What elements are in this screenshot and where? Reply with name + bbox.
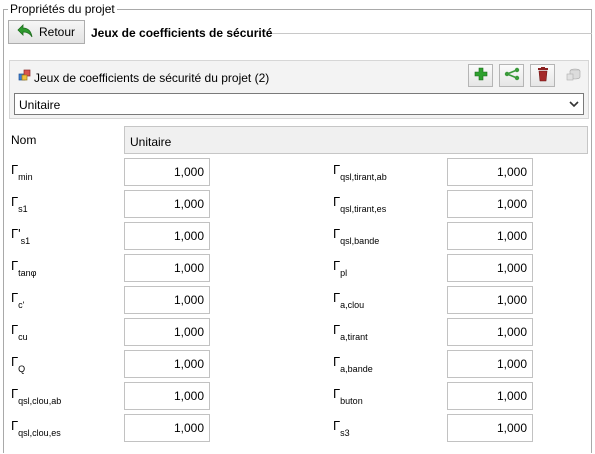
coefficient-label: Γa,clou <box>333 291 365 311</box>
copy-set-button[interactable] <box>561 64 586 87</box>
coefficient-subscript: qsl,tirant,es <box>340 204 387 214</box>
coefficient-input[interactable] <box>124 382 210 410</box>
coefficient-subscript: qsl,bande <box>340 236 380 246</box>
back-button[interactable]: Retour <box>8 20 85 44</box>
back-button-label: Retour <box>39 25 76 39</box>
coefficient-input[interactable] <box>447 318 533 346</box>
selected-set-value: Unitaire <box>19 98 61 112</box>
group-legend: Propriétés du projet <box>8 2 117 16</box>
coefficient-input[interactable] <box>447 414 533 442</box>
coefficient-label: Γc' <box>11 291 25 311</box>
coefficient-label: Γa,tirant <box>333 323 368 343</box>
copy-icon <box>566 67 582 85</box>
coefficient-subscript: s1 <box>20 236 31 246</box>
coefficient-input[interactable] <box>124 222 210 250</box>
safety-sets-label: Jeux de coefficients de sécurité du proj… <box>34 71 270 85</box>
coefficient-label: ΓQ <box>11 355 26 375</box>
name-field[interactable]: Unitaire <box>124 126 588 154</box>
coefficient-label: Γa,bande <box>333 355 373 375</box>
coefficient-input[interactable] <box>124 190 210 218</box>
coefficient-subscript: qsl,tirant,ab <box>340 172 387 182</box>
coefficient-subscript: s1 <box>18 204 28 214</box>
safety-sets-panel: Jeux de coefficients de sécurité du proj… <box>9 60 589 119</box>
coefficient-set-select[interactable]: Unitaire <box>14 93 584 115</box>
coefficient-label: Γqsl,tirant,ab <box>333 163 387 183</box>
coefficient-label: Γqsl,tirant,es <box>333 195 387 215</box>
share-icon <box>504 67 520 84</box>
coefficient-label: Γcu <box>11 323 28 343</box>
coefficient-input[interactable] <box>124 254 210 282</box>
coefficient-symbol: Γ' <box>11 226 21 241</box>
coefficient-input[interactable] <box>124 286 210 314</box>
coefficient-subscript: a,bande <box>340 364 373 374</box>
chevron-down-icon[interactable] <box>565 94 583 114</box>
delete-icon <box>536 66 550 85</box>
coefficient-input[interactable] <box>124 158 210 186</box>
coefficient-subscript: cu <box>18 332 28 342</box>
back-arrow-icon <box>17 23 33 41</box>
coefficient-subscript: qsl,clou,es <box>18 428 61 438</box>
coefficient-label: Γqsl,clou,ab <box>11 387 62 407</box>
delete-set-button[interactable] <box>530 64 555 87</box>
coefficient-input[interactable] <box>447 254 533 282</box>
coefficient-subscript: tanφ <box>18 268 37 278</box>
coefficient-input[interactable] <box>447 286 533 314</box>
coefficient-subscript: buton <box>340 396 363 406</box>
coefficient-sets-icon <box>18 68 32 85</box>
coefficient-subscript: c' <box>18 300 25 310</box>
coefficient-input[interactable] <box>124 318 210 346</box>
coefficient-label: Γpl <box>333 259 348 279</box>
coefficient-label: Γqsl,bande <box>333 227 380 247</box>
title-divider <box>272 33 592 34</box>
coefficient-input[interactable] <box>447 190 533 218</box>
name-field-value: Unitaire <box>130 135 172 149</box>
coefficient-input[interactable] <box>447 382 533 410</box>
coefficient-label: Γmin <box>11 163 33 183</box>
coefficient-input[interactable] <box>124 350 210 378</box>
coefficient-label: Γ's1 <box>11 226 31 247</box>
coefficient-label: Γs1 <box>11 195 28 215</box>
coefficient-subscript: qsl,clou,ab <box>18 396 62 406</box>
coefficient-label: Γs3 <box>333 419 350 439</box>
coefficient-subscript: a,clou <box>340 300 365 310</box>
page-title: Jeux de coefficients de sécurité <box>91 26 273 40</box>
coefficient-subscript: a,tirant <box>340 332 368 342</box>
name-label: Nom <box>11 133 37 147</box>
coefficient-subscript: s3 <box>340 428 350 438</box>
coefficient-label: Γtanφ <box>11 259 37 279</box>
coefficient-label: Γqsl,clou,es <box>11 419 61 439</box>
coefficient-label: Γbuton <box>333 387 363 407</box>
coefficient-input[interactable] <box>447 158 533 186</box>
coefficient-subscript: pl <box>340 268 348 278</box>
add-icon <box>474 67 488 84</box>
coefficient-subscript: Q <box>18 364 26 374</box>
add-set-button[interactable] <box>468 64 493 87</box>
coefficient-input[interactable] <box>124 414 210 442</box>
coefficient-input[interactable] <box>447 350 533 378</box>
coefficient-input[interactable] <box>447 222 533 250</box>
share-set-button[interactable] <box>499 64 524 87</box>
coefficient-subscript: min <box>18 172 33 182</box>
